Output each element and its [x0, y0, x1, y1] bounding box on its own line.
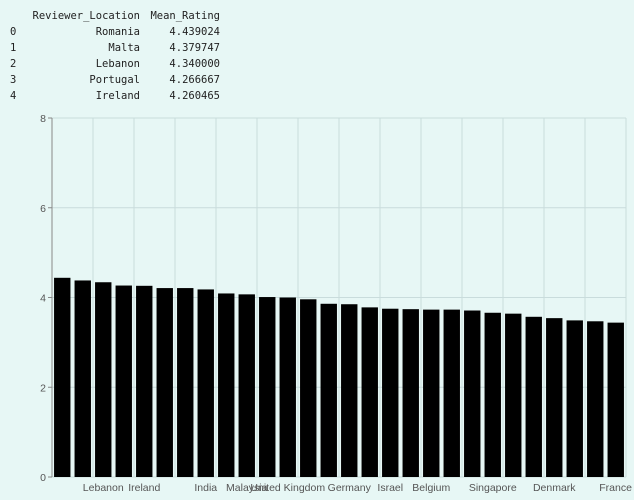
x-tick-label: India [194, 482, 217, 494]
bar [464, 310, 481, 477]
bar [402, 309, 419, 477]
x-tick-label: France [599, 482, 632, 494]
x-tick-label: Germany [328, 482, 372, 494]
bar [320, 303, 337, 477]
bar [279, 297, 296, 477]
notebook-output: Reviewer_Location Mean_Rating 0 Romania … [0, 0, 634, 500]
x-tick-label: Belgium [412, 482, 450, 494]
bar [443, 309, 460, 477]
x-tick-label: Ireland [128, 482, 160, 494]
bar [95, 282, 112, 477]
bar [382, 308, 399, 477]
bar [505, 313, 522, 477]
y-tick-label: 4 [40, 293, 46, 305]
bar [300, 299, 317, 477]
y-tick-label: 0 [40, 472, 46, 484]
bar [525, 316, 542, 477]
bar [218, 293, 235, 477]
bar [156, 288, 173, 477]
bar [361, 307, 378, 477]
x-tick-label: Israel [377, 482, 403, 494]
bar [177, 288, 194, 477]
bar-chart: 02468Lebanon Ireland India MalaysiaUnited K… [40, 113, 632, 494]
bar [423, 309, 440, 477]
bar [74, 280, 91, 477]
x-tick-label: Singapore [469, 482, 517, 494]
y-tick-label: 8 [40, 113, 46, 125]
bar [546, 318, 563, 477]
x-tick-label: Denmark [533, 482, 576, 494]
bar [566, 320, 583, 477]
bar [238, 294, 255, 477]
bar [587, 321, 604, 477]
x-tick-label: Lebanon [83, 482, 124, 494]
bar [259, 297, 276, 477]
x-tick-label: United Kingdom [250, 482, 325, 494]
y-tick-label: 2 [40, 382, 46, 394]
bar [115, 285, 132, 477]
bar [197, 289, 214, 477]
y-tick-label: 6 [40, 203, 46, 215]
bar [484, 312, 501, 477]
bar [136, 285, 153, 477]
bar [54, 277, 71, 477]
bar [607, 322, 624, 477]
bar [341, 304, 358, 477]
